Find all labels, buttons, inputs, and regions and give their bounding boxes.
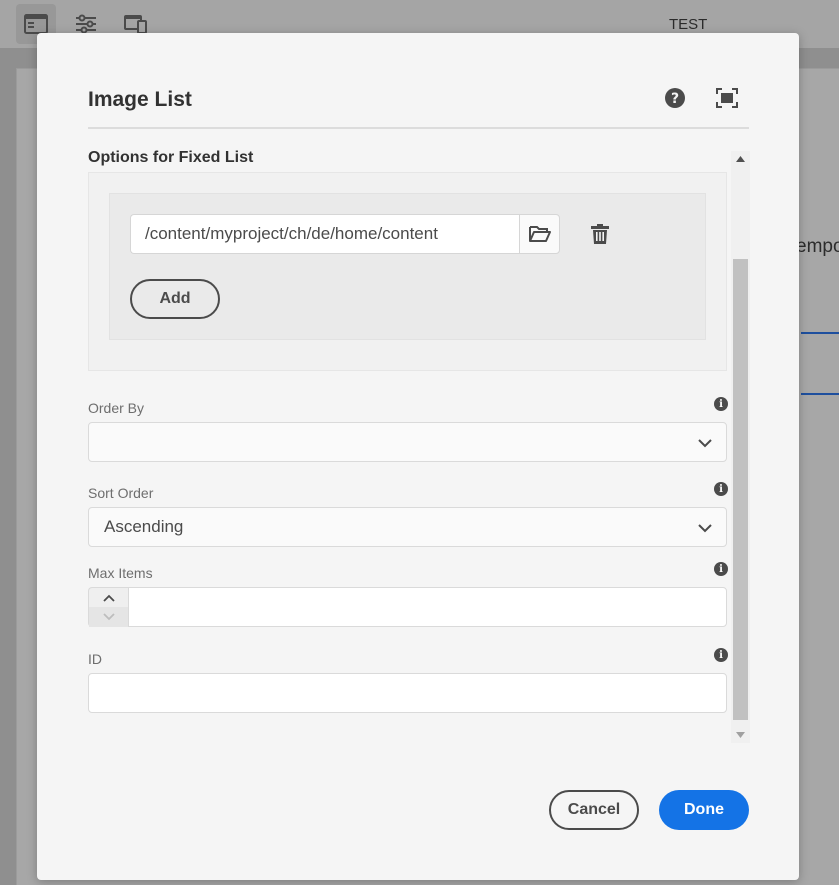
- triangle-down-icon: [736, 732, 745, 738]
- scrollbar-thumb[interactable]: [733, 259, 748, 720]
- svg-text:?: ?: [671, 91, 679, 107]
- done-button[interactable]: Done: [659, 790, 749, 830]
- order-by-label: Order By: [88, 400, 145, 416]
- fixed-list-section-title: Options for Fixed List: [88, 149, 254, 166]
- help-button[interactable]: ?: [663, 86, 687, 110]
- triangle-up-icon: [736, 156, 745, 162]
- max-items-stepper: [88, 587, 129, 627]
- sort-order-label: Sort Order: [88, 485, 154, 501]
- background-divider: [801, 332, 839, 334]
- help-icon: ?: [665, 88, 685, 108]
- browse-path-button[interactable]: [519, 214, 560, 254]
- properties-icon: [76, 14, 96, 34]
- info-icon[interactable]: i: [714, 482, 728, 496]
- chevron-up-icon: [103, 594, 115, 602]
- dialog-title: Image List: [88, 88, 192, 111]
- emulator-icon: [124, 15, 147, 34]
- cancel-button[interactable]: Cancel: [549, 790, 639, 830]
- info-icon[interactable]: i: [714, 397, 728, 411]
- folder-open-icon: [528, 226, 551, 242]
- page-title: TEST: [669, 16, 708, 33]
- fullscreen-button[interactable]: [715, 86, 739, 110]
- add-item-button[interactable]: Add: [130, 279, 220, 319]
- id-input[interactable]: [88, 673, 727, 713]
- chevron-down-icon: [103, 613, 115, 621]
- chevron-down-icon: [698, 439, 712, 448]
- scroll-down-button[interactable]: [731, 727, 750, 743]
- trash-icon: [591, 224, 609, 244]
- side-panel-icon: [24, 14, 48, 34]
- sort-order-select[interactable]: Ascending: [88, 507, 727, 547]
- fullscreen-icon: [716, 88, 738, 108]
- decrement-button[interactable]: [89, 607, 129, 627]
- header-divider: [88, 127, 749, 129]
- chevron-down-icon: [698, 524, 712, 533]
- id-label: ID: [88, 651, 102, 667]
- background-divider: [801, 393, 839, 395]
- info-icon[interactable]: i: [714, 648, 728, 662]
- path-field[interactable]: /content/myproject/ch/de/home/content: [130, 214, 520, 254]
- info-icon[interactable]: i: [714, 562, 728, 576]
- increment-button[interactable]: [89, 588, 129, 608]
- scroll-up-button[interactable]: [731, 151, 750, 167]
- sort-order-value: Ascending: [104, 517, 184, 536]
- delete-item-button[interactable]: [588, 222, 612, 246]
- max-items-input[interactable]: [128, 587, 727, 627]
- order-by-select[interactable]: [88, 422, 727, 462]
- scrollbar[interactable]: [731, 151, 750, 743]
- max-items-label: Max Items: [88, 565, 153, 581]
- background-text: empo: [796, 236, 839, 257]
- image-list-dialog: Image List ? Options for Fixed List /con…: [37, 33, 799, 880]
